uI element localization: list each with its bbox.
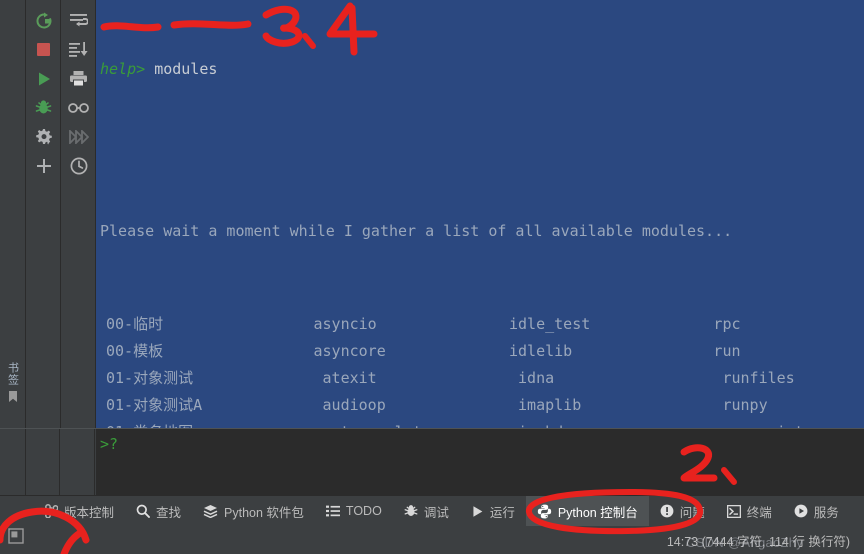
tool-window-tab-label: Python 控制台 <box>557 505 638 520</box>
tool-window-tab-8[interactable]: 终端 <box>716 496 783 527</box>
module-row: 01-对象测试A audioop imaplib runpy <box>100 392 864 419</box>
module-name: rpc <box>704 315 741 333</box>
module-row: 00-临时 asyncio idle_test rpc <box>100 311 864 338</box>
add-button[interactable] <box>29 151 59 180</box>
tool-window-tab-2[interactable]: Python 软件包 <box>192 496 315 527</box>
tool-window-tab-label: 版本控制 <box>64 505 115 520</box>
caret-position[interactable]: 14:73 (7444 字符, 114 行 换行符) <box>667 531 850 550</box>
services-icon <box>794 504 808 518</box>
tool-window-tab-3[interactable]: TODO <box>315 496 393 527</box>
todo-list-icon <box>325 505 340 517</box>
bookmark-icon[interactable] <box>7 390 19 408</box>
module-name: atexit <box>304 369 377 387</box>
module-row: 00-模板 asyncore idlelib run <box>100 338 864 365</box>
tool-window-tab-label: TODO <box>345 504 382 518</box>
console-wait-message: Please wait a moment while I gather a li… <box>100 222 733 240</box>
print-icon[interactable] <box>64 64 94 93</box>
terminal-icon <box>726 504 741 518</box>
module-name: 01-对象测试 <box>106 369 194 387</box>
debug-bug-icon <box>404 504 418 518</box>
module-name: autocomplete <box>304 419 499 428</box>
scroll-to-end-icon[interactable] <box>64 35 94 64</box>
tool-window-tab-label: 运行 <box>489 505 515 520</box>
problem-icon <box>660 504 674 518</box>
glasses-icon[interactable] <box>64 93 94 122</box>
python-icon <box>537 504 552 519</box>
module-name: idna <box>499 369 555 387</box>
tool-window-tab-label: 查找 <box>156 505 182 520</box>
module-list-grid: 00-临时 asyncio idle_test rpc 00-模板 asyncor… <box>100 311 864 428</box>
soft-wrap-icon[interactable] <box>64 6 94 35</box>
sidebar-item-bookmarks-label[interactable]: 书签 <box>5 362 21 386</box>
module-name: idlelib <box>499 342 573 360</box>
packages-icon <box>203 504 218 518</box>
module-name: 00-临时 <box>106 315 164 333</box>
console-run-toolbar <box>27 0 61 428</box>
gear-icon[interactable] <box>29 122 59 151</box>
run-button[interactable] <box>29 64 59 93</box>
tool-window-tab-1[interactable]: 查找 <box>125 496 192 527</box>
module-name: runpy <box>704 396 768 414</box>
tool-window-tab-label: 服务 <box>813 505 839 520</box>
module-name: imghdr <box>500 419 704 428</box>
tool-window-tab-6[interactable]: Python 控制台 <box>525 495 649 527</box>
module-name: asyncore <box>304 342 386 360</box>
ide-window: 书签 结构 <box>0 0 864 554</box>
help-prompt: help> <box>100 60 146 78</box>
debug-bug-icon[interactable] <box>29 93 59 122</box>
tool-window-tab-label: 调试 <box>423 505 449 520</box>
module-name: 01-类名地图 <box>100 419 304 428</box>
console-input[interactable]: >? <box>96 428 864 495</box>
layout-toggle-icon[interactable] <box>8 528 24 549</box>
tool-window-tab-label: 问题 <box>679 505 705 520</box>
run-icon <box>471 505 484 518</box>
module-row: 01-类名地图 autocomplete imghdr runscript <box>100 419 864 428</box>
tool-window-bar: 版本控制 查找 Python 软件包 TODO 调试 运行 Python 控制台 问题 终端 服务 <box>0 495 864 527</box>
console-view-toolbar <box>62 0 96 428</box>
module-name: 00-模板 <box>106 342 164 360</box>
module-name: 01-对象测试A <box>106 396 203 414</box>
module-name: runscript <box>704 419 864 428</box>
module-name: runfiles <box>704 369 795 387</box>
module-row: 01-对象测试 atexit idna runfiles <box>100 365 864 392</box>
tool-window-tab-label: Python 软件包 <box>224 505 304 520</box>
clock-icon[interactable] <box>64 151 94 180</box>
tool-window-tab-5[interactable]: 运行 <box>460 496 526 527</box>
module-name: asyncio <box>304 315 377 333</box>
tool-window-tab-9[interactable]: 服务 <box>783 496 850 527</box>
stop-button[interactable] <box>29 35 59 64</box>
left-tool-strip: 书签 结构 <box>0 0 26 500</box>
console-command: modules <box>154 60 218 78</box>
fast-forward-icon[interactable] <box>64 122 94 151</box>
module-name: run <box>704 342 741 360</box>
tool-window-tab-4[interactable]: 调试 <box>393 496 460 527</box>
console-command-line: help> modules <box>100 56 864 83</box>
rerun-button[interactable] <box>29 6 59 35</box>
python-console-output[interactable]: help> modules Please wait a moment while… <box>96 0 864 428</box>
status-bar: 14:73 (7444 字符, 114 行 换行符) <box>0 526 864 554</box>
console-input-prompt: >? <box>100 435 119 453</box>
search-icon <box>136 504 150 518</box>
tool-window-tab-0[interactable]: 版本控制 <box>34 496 125 527</box>
vcs-branch-icon <box>45 504 58 518</box>
module-name: imaplib <box>499 396 582 414</box>
module-name: audioop <box>304 396 386 414</box>
module-name: idle_test <box>499 315 591 333</box>
console-input-gutter <box>0 428 96 495</box>
tool-window-tab-7[interactable]: 问题 <box>649 496 716 527</box>
tool-window-tab-label: 终端 <box>746 505 772 520</box>
